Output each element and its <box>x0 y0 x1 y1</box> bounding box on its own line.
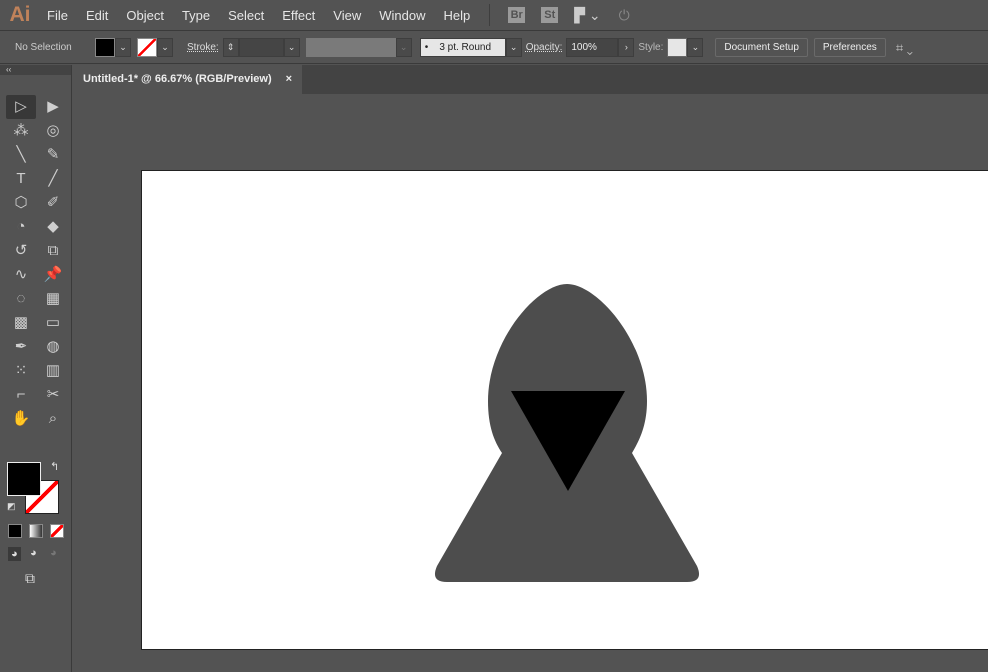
menu-file[interactable]: File <box>38 8 77 23</box>
shape-builder-tool[interactable]: ◌ <box>6 287 36 311</box>
brush-dropdown[interactable]: ⌄ <box>505 38 522 57</box>
swap-colors-icon[interactable]: ↰ <box>50 460 59 473</box>
opacity-field[interactable]: 100% <box>566 38 619 57</box>
rotate-tool[interactable]: ↺ <box>6 239 36 263</box>
stroke-swatch[interactable] <box>137 38 157 57</box>
control-bar: No Selection ⌄ ⌄ Stroke: ⇕ ⌄ ⌄ • 3 pt. R… <box>0 32 988 64</box>
brush-value: 3 pt. Round <box>439 42 492 53</box>
artboard-tool[interactable]: ⌐ <box>6 383 36 407</box>
scale-tool[interactable]: ⧉ <box>38 239 68 263</box>
slice-tool[interactable]: ✂ <box>38 383 68 407</box>
selection-status: No Selection <box>15 42 72 53</box>
artboard[interactable] <box>141 170 988 650</box>
magic-wand-tool[interactable]: ⁂ <box>6 119 36 143</box>
document-tab[interactable]: Untitled-1* @ 66.67% (RGB/Preview) × <box>74 65 302 94</box>
menu-view[interactable]: View <box>324 8 370 23</box>
eyedropper-tool[interactable]: ✒ <box>6 335 36 359</box>
perspective-grid-tool[interactable]: ▦ <box>38 287 68 311</box>
default-colors-icon[interactable]: ◩ <box>7 501 16 512</box>
collapse-panel-icon[interactable]: ‹‹ <box>0 65 71 75</box>
close-icon[interactable]: × <box>286 65 292 94</box>
zoom-tool[interactable]: ⌕ <box>38 407 68 431</box>
none-mode-button[interactable] <box>50 524 64 538</box>
paintbrush-tool[interactable]: ✐ <box>38 191 68 215</box>
stroke-label[interactable]: Stroke: <box>187 42 219 53</box>
draw-inside-icon[interactable]: ◕ <box>50 547 57 559</box>
bridge-button[interactable]: Br <box>508 7 526 23</box>
fill-color-box[interactable] <box>7 462 41 496</box>
opacity-label[interactable]: Opacity: <box>526 42 563 53</box>
style-label: Style: <box>638 42 664 53</box>
document-setup-button[interactable]: Document Setup <box>715 38 808 57</box>
curvature-tool[interactable]: ✎ <box>38 143 68 167</box>
app-logo: Ai <box>9 3 31 26</box>
eraser-tool[interactable]: ◆ <box>38 215 68 239</box>
opacity-arrow[interactable]: › <box>618 38 635 57</box>
gpu-rocket-icon[interactable]: ⏻ <box>619 7 630 24</box>
tools-panel: ‹‹ ▷ ▶ ⁂ ◎ ╲ ✎ T ╱ ⬡ ✐ ◔ ◆ ↺ ⧉ ∿ 📌 ◌ ▦ ▩ ▭ ✒ ◍ ⁙ ▥ ⌐ ✂ ✋ ⌕ ↰ ◩ ◕ ◕ … <box>0 65 72 672</box>
menu-object[interactable]: Object <box>117 8 173 23</box>
polygon-tool[interactable]: ⬡ <box>6 191 36 215</box>
style-dropdown[interactable]: ⌄ <box>687 38 704 57</box>
color-mode-button[interactable] <box>8 524 22 538</box>
draw-normal-icon[interactable]: ◕ <box>8 547 21 561</box>
pen-tool[interactable]: ╲ <box>6 143 36 167</box>
document-tab-bar: Untitled-1* @ 66.67% (RGB/Preview) × <box>74 65 988 94</box>
shaper-tool[interactable]: ◔ <box>6 215 36 239</box>
direct-selection-tool[interactable]: ▶ <box>38 95 68 119</box>
variable-width-profile[interactable] <box>305 38 396 57</box>
stroke-weight-dropdown[interactable]: ⌄ <box>283 38 300 57</box>
tool-grid: ▷ ▶ ⁂ ◎ ╲ ✎ T ╱ ⬡ ✐ ◔ ◆ ↺ ⧉ ∿ 📌 ◌ ▦ ▩ ▭ ✒ ◍ ⁙ ▥ ⌐ ✂ ✋ ⌕ <box>0 95 71 431</box>
menu-edit[interactable]: Edit <box>77 8 117 23</box>
fill-swatch[interactable] <box>95 38 115 57</box>
menu-window[interactable]: Window <box>370 8 434 23</box>
gradient-mode-button[interactable] <box>29 524 43 538</box>
transform-select-icon[interactable]: ⌗ ⌄ <box>896 40 913 56</box>
screen-mode-icon[interactable]: ⧉ <box>25 570 35 587</box>
stroke-weight-stepper[interactable]: ⇕ <box>222 38 239 57</box>
fill-dropdown[interactable]: ⌄ <box>115 38 131 57</box>
brush-definition[interactable]: • 3 pt. Round <box>419 38 506 57</box>
blend-tool[interactable]: ◍ <box>38 335 68 359</box>
stroke-weight-field[interactable] <box>238 38 284 57</box>
type-tool[interactable]: T <box>6 167 36 191</box>
artwork <box>434 284 700 582</box>
mesh-tool[interactable]: ▩ <box>6 311 36 335</box>
gradient-tool[interactable]: ▭ <box>38 311 68 335</box>
stock-button[interactable]: St <box>541 7 559 23</box>
preferences-button[interactable]: Preferences <box>813 38 886 57</box>
column-graph-tool[interactable]: ▥ <box>38 359 68 383</box>
selection-tool[interactable]: ▷ <box>6 95 36 119</box>
menu-type[interactable]: Type <box>173 8 219 23</box>
hand-tool[interactable]: ✋ <box>6 407 36 431</box>
stroke-dropdown[interactable]: ⌄ <box>157 38 173 57</box>
profile-dropdown[interactable]: ⌄ <box>395 38 412 57</box>
symbol-sprayer-tool[interactable]: ⁙ <box>6 359 36 383</box>
workspace-layout-icon[interactable]: ▛ ⌄ <box>574 7 600 24</box>
style-swatch[interactable] <box>667 38 688 57</box>
draw-behind-icon[interactable]: ◕ <box>30 547 37 559</box>
line-tool[interactable]: ╱ <box>38 167 68 191</box>
divider <box>489 4 491 26</box>
warp-tool[interactable]: ∿ <box>6 263 36 287</box>
puppet-warp-tool[interactable]: 📌 <box>38 263 68 287</box>
menu-help[interactable]: Help <box>434 8 479 23</box>
menu-bar: Ai File Edit Object Type Select Effect V… <box>0 0 988 31</box>
menu-effect[interactable]: Effect <box>273 8 324 23</box>
lasso-tool[interactable]: ◎ <box>38 119 68 143</box>
menu-select[interactable]: Select <box>219 8 273 23</box>
document-tab-title: Untitled-1* @ 66.67% (RGB/Preview) <box>83 73 272 85</box>
